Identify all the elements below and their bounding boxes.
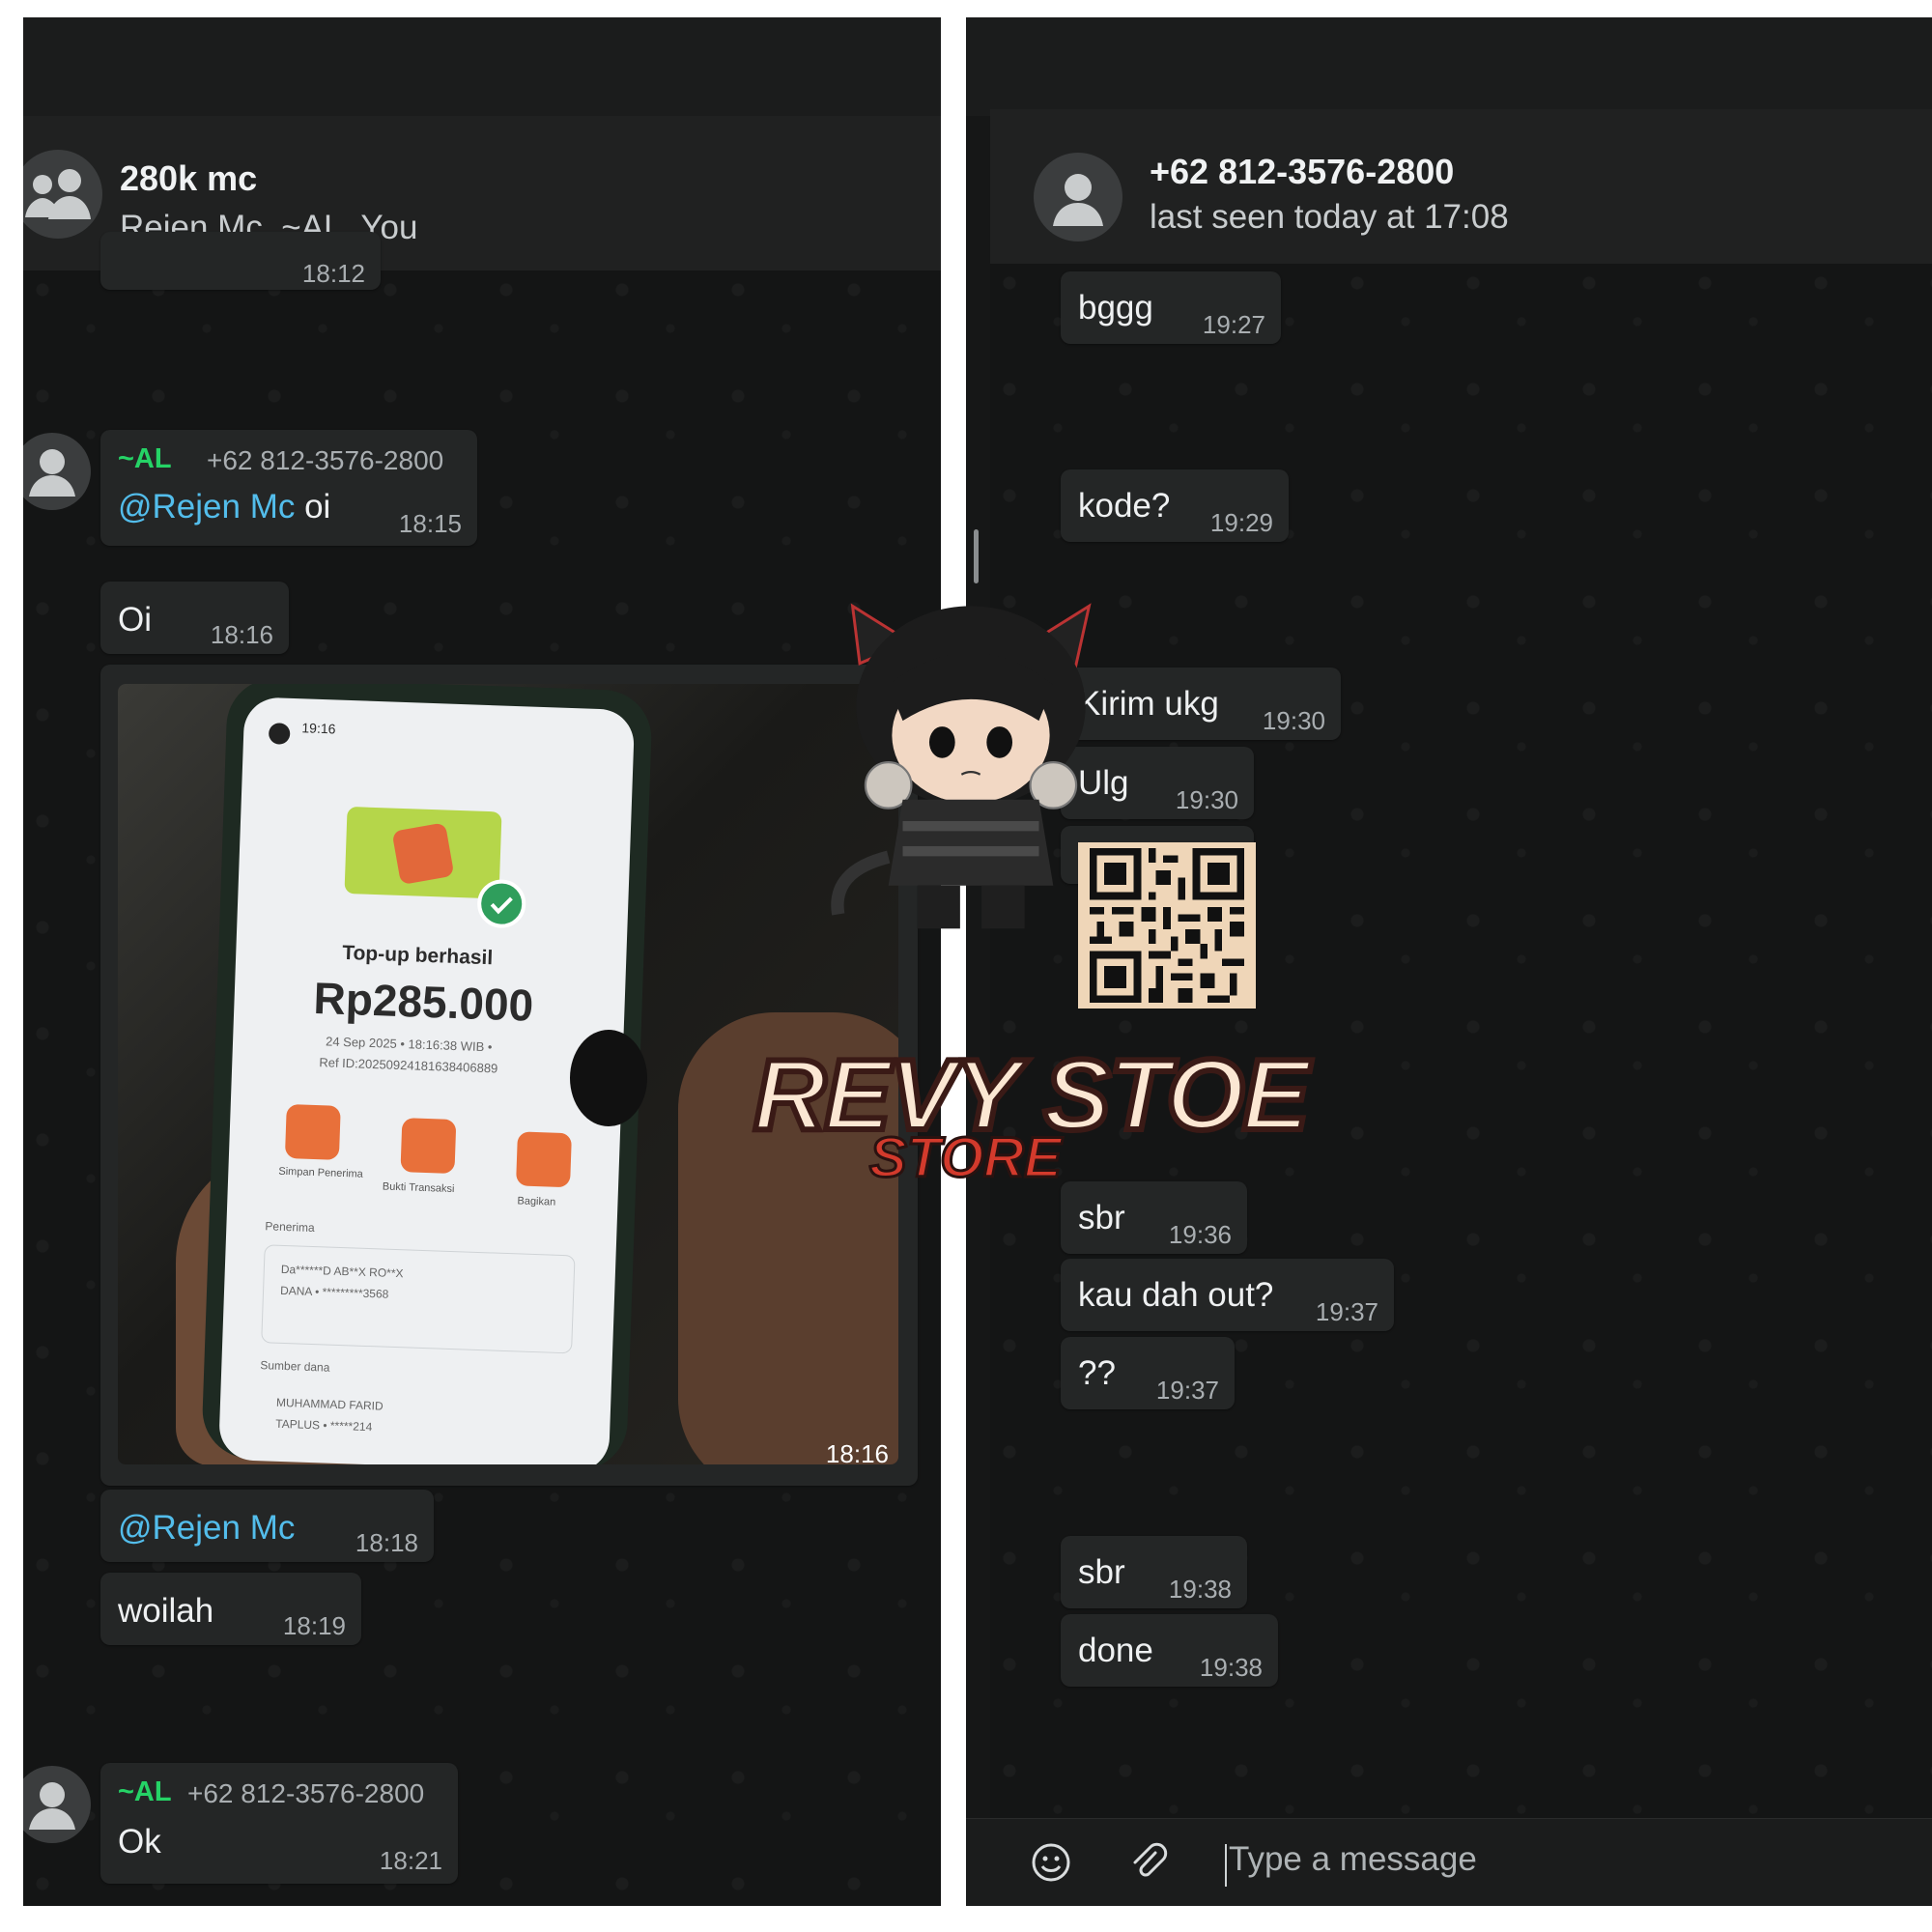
group-name[interactable]: 280k mc — [120, 158, 257, 199]
message-time: 18:12 — [301, 259, 365, 288]
message-time: 19:37 — [1315, 1297, 1378, 1326]
message-time: 19:38 — [1199, 1653, 1263, 1682]
message-composer: Type a message — [966, 1818, 1932, 1906]
message-text: ?? — [1078, 1354, 1116, 1392]
message-bubble[interactable]: ~AL +62 812-3576-2800 Ok 18:21 — [100, 1763, 458, 1884]
message-time: 18:18 — [355, 1528, 418, 1557]
group-avatar-icon[interactable] — [23, 150, 102, 239]
sender-name[interactable]: ~AL — [118, 1776, 172, 1808]
message-bubble[interactable]: sbr 19:38 — [1061, 1536, 1247, 1608]
message-time: 19:29 — [1209, 508, 1273, 537]
check-icon — [476, 878, 527, 929]
success-illustration — [344, 806, 502, 899]
message-time: 18:15 — [398, 509, 462, 538]
contact-avatar-icon[interactable] — [1034, 153, 1122, 242]
message-input[interactable]: Type a message — [1229, 1840, 1477, 1879]
message-text: kau dah out? — [1078, 1276, 1274, 1314]
watermark: REVY STOE STORE — [744, 599, 1312, 1198]
message-text: @Rejen Mc oi — [118, 488, 331, 526]
watermark-subtitle: STORE — [868, 1125, 1064, 1191]
share-icon — [516, 1131, 572, 1188]
save-recipient-icon — [284, 1103, 341, 1160]
message-time: 18:19 — [282, 1611, 346, 1640]
message-time: 19:30 — [1262, 706, 1325, 735]
message-text: Ok — [118, 1823, 161, 1861]
shadow-blob — [570, 1030, 647, 1126]
image-time: 18:16 — [825, 1439, 889, 1468]
message-time: 19:27 — [1202, 310, 1265, 339]
window-top-bar — [966, 17, 1932, 116]
message-text: kode? — [1078, 487, 1171, 525]
message-text: sbr — [1078, 1199, 1125, 1236]
receipt-icon — [400, 1118, 457, 1175]
message-bubble[interactable]: done 19:38 — [1061, 1614, 1278, 1687]
message-text: Oi — [118, 601, 152, 639]
message-bubble[interactable]: woilah 18:19 — [100, 1573, 361, 1645]
chibi-character-icon — [831, 603, 1092, 929]
message-bubble[interactable]: kode? 19:29 — [1061, 469, 1289, 542]
topup-amount: Rp285.000 — [312, 972, 535, 1031]
message-text: woilah — [118, 1592, 214, 1630]
message-bubble-cut[interactable]: 18:12 — [100, 232, 381, 290]
mention-link[interactable]: @Rejen Mc — [118, 488, 295, 526]
message-bubble[interactable]: ?? 19:37 — [1061, 1337, 1235, 1409]
message-time: 19:37 — [1155, 1376, 1219, 1405]
contact-name[interactable]: +62 812-3576-2800 — [1150, 152, 1454, 192]
message-text: bggg — [1078, 289, 1153, 327]
message-text: done — [1078, 1632, 1153, 1669]
message-bubble[interactable]: kau dah out? 19:37 — [1061, 1259, 1394, 1331]
message-bubble[interactable]: Oi 18:16 — [100, 582, 289, 654]
message-bubble[interactable]: bggg 19:27 — [1061, 271, 1281, 344]
attach-icon[interactable] — [1123, 1838, 1172, 1887]
message-time: 19:36 — [1168, 1220, 1232, 1249]
message-text: sbr — [1078, 1553, 1125, 1591]
message-bubble[interactable]: ~AL +62 812-3576-2800 @Rejen Mc oi 18:15 — [100, 430, 477, 546]
message-time: 18:21 — [379, 1846, 442, 1875]
sender-phone: +62 812-3576-2800 — [187, 1778, 425, 1808]
sender-avatar-icon[interactable] — [23, 433, 91, 510]
topup-title: Top-up berhasil — [341, 941, 494, 970]
sender-name[interactable]: ~AL — [118, 443, 172, 475]
window-top-bar — [23, 17, 941, 116]
text-caret — [1225, 1844, 1227, 1887]
message-time: 18:16 — [210, 620, 273, 649]
sender-avatar-icon[interactable] — [23, 1766, 91, 1843]
last-seen-status: last seen today at 17:08 — [1150, 198, 1509, 236]
message-time: 19:38 — [1168, 1575, 1232, 1604]
sender-phone: +62 812-3576-2800 — [207, 445, 444, 475]
message-bubble[interactable]: @Rejen Mc 18:18 — [100, 1490, 434, 1562]
mention-link[interactable]: @Rejen Mc — [118, 1509, 295, 1548]
emoji-icon[interactable] — [1027, 1838, 1075, 1887]
scrollbar-handle[interactable] — [974, 529, 979, 583]
chat-header[interactable]: +62 812-3576-2800 last seen today at 17:… — [990, 109, 1932, 265]
